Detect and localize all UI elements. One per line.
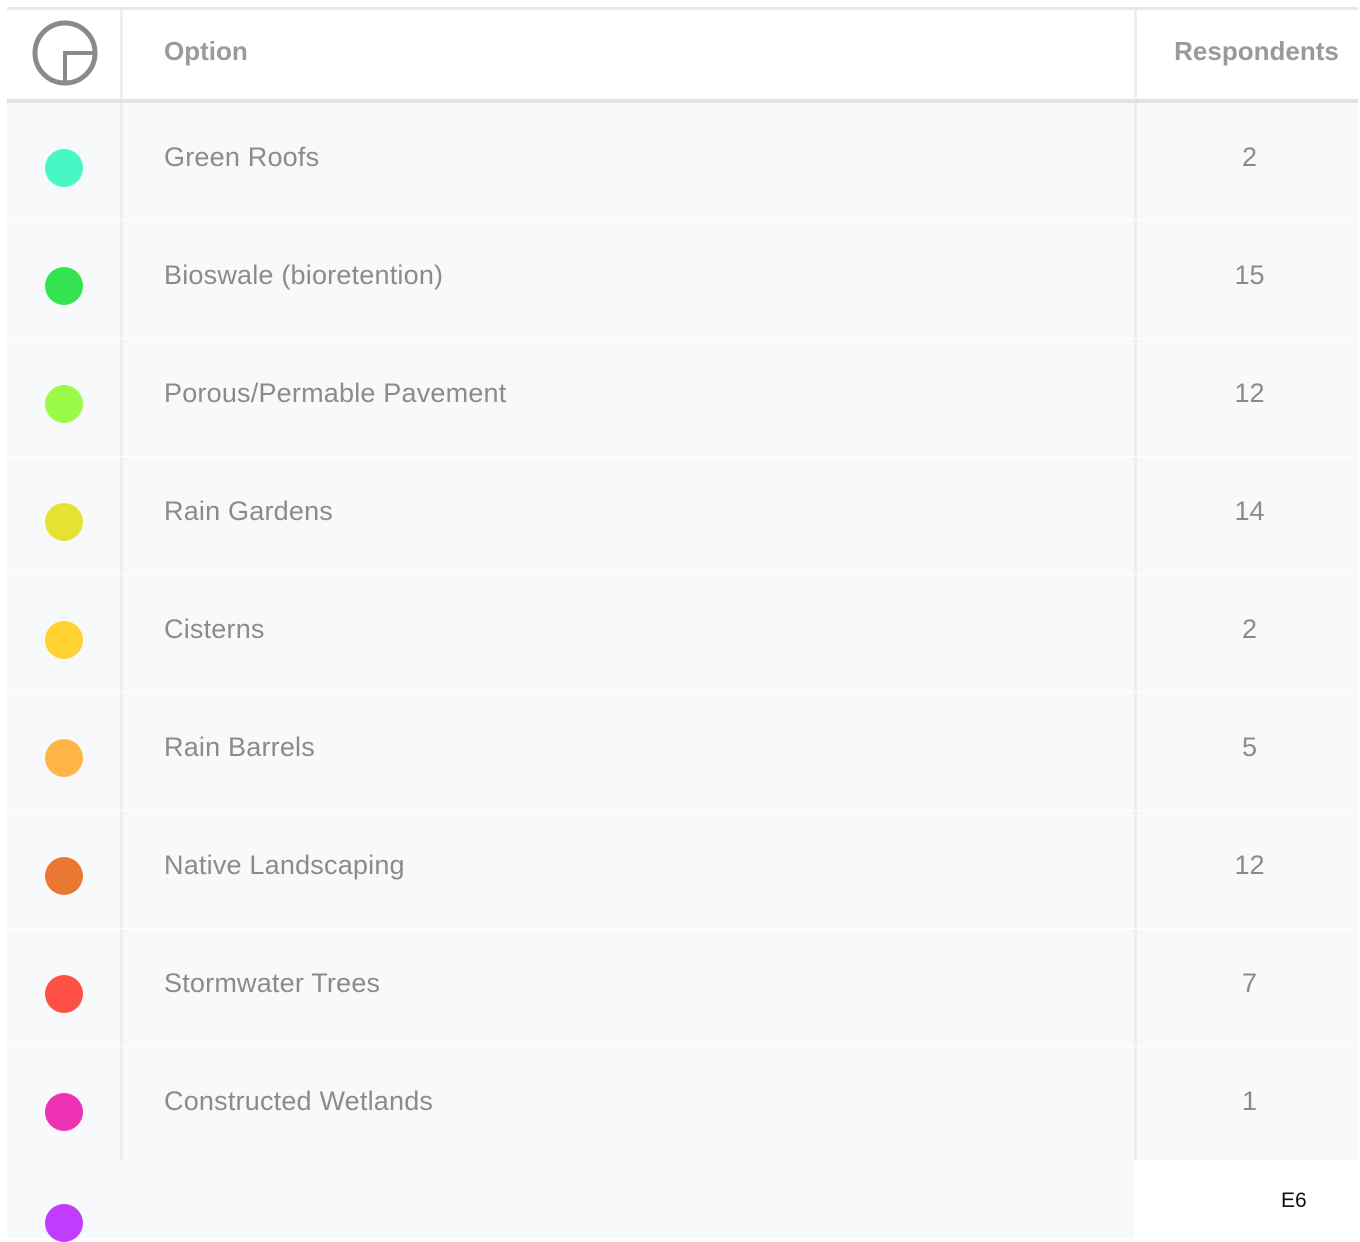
option-column-header: Option	[164, 36, 248, 66]
legend-color-dot	[45, 503, 83, 541]
option-label: Constructed Wetlands	[164, 1086, 434, 1116]
respondents-value: 2	[1241, 614, 1258, 644]
legend-color-dot	[45, 975, 83, 1013]
table-row: Green Roofs 2	[7, 103, 1358, 221]
header-respondents-cell: Respondents	[1137, 10, 1358, 99]
option-label: Stormwater Trees	[164, 968, 381, 998]
option-label: Rain Barrels	[164, 732, 315, 762]
option-label: Porous/Permable Pavement	[164, 378, 507, 408]
option-cell: Bioswale (bioretention)	[123, 221, 1137, 338]
table-row: Native Landscaping 12	[7, 811, 1358, 929]
table-row: Rain Gardens 14	[7, 457, 1358, 575]
color-cell	[7, 221, 123, 338]
header-icon-cell	[7, 10, 123, 99]
color-cell	[7, 1047, 123, 1164]
legend-color-dot	[45, 149, 83, 187]
table-row: Bioswale (bioretention) 15	[7, 221, 1358, 339]
respondents-value: 14	[1234, 496, 1265, 526]
option-cell: Native Landscaping	[123, 811, 1137, 928]
table-row: Rain Barrels 5	[7, 693, 1358, 811]
respondents-cell: 7	[1137, 929, 1358, 1046]
respondents-cell: 12	[1137, 811, 1358, 928]
cell-reference: E6	[1281, 1189, 1307, 1212]
results-table: Option Respondents Green Roofs 2 Bioswale …	[7, 7, 1358, 1165]
respondents-cell: 14	[1137, 457, 1358, 574]
table-body: Green Roofs 2 Bioswale (bioretention) 15 Por…	[7, 103, 1358, 1165]
option-label: Bioswale (bioretention)	[164, 260, 444, 290]
option-cell: Rain Barrels	[123, 693, 1137, 810]
respondents-cell: 2	[1137, 575, 1358, 692]
respondents-value: 1	[1241, 1086, 1258, 1116]
partial-row: E6	[7, 1160, 1358, 1242]
option-label: Green Roofs	[164, 142, 320, 172]
respondents-value: 7	[1241, 968, 1258, 998]
option-label: Rain Gardens	[164, 496, 333, 526]
table-row: Cisterns 2	[7, 575, 1358, 693]
respondents-cell: 5	[1137, 693, 1358, 810]
respondents-cell: 2	[1137, 103, 1358, 220]
pie-chart-icon	[32, 20, 98, 86]
table-row: Constructed Wetlands 1	[7, 1047, 1358, 1165]
option-cell: Green Roofs	[123, 103, 1137, 220]
respondents-value: 5	[1241, 732, 1258, 762]
table-header: Option Respondents	[7, 10, 1358, 103]
table-row: Porous/Permable Pavement 12	[7, 339, 1358, 457]
option-cell: Cisterns	[123, 575, 1137, 692]
legend-color-dot	[45, 385, 83, 423]
table-row: Stormwater Trees 7	[7, 929, 1358, 1047]
respondents-cell: 1	[1137, 1047, 1358, 1164]
color-cell	[7, 929, 123, 1046]
legend-color-dot	[45, 1093, 83, 1131]
partial-row-right: E6	[1134, 1160, 1358, 1238]
option-cell: Constructed Wetlands	[123, 1047, 1137, 1164]
color-cell	[7, 575, 123, 692]
respondents-value: 15	[1234, 260, 1265, 290]
legend-color-dot	[45, 267, 83, 305]
partial-row-color-dot	[45, 1204, 83, 1242]
respondents-cell: 15	[1137, 221, 1358, 338]
legend-color-dot	[45, 621, 83, 659]
respondents-value: 2	[1241, 142, 1258, 172]
color-cell	[7, 811, 123, 928]
color-cell	[7, 693, 123, 810]
option-label: Cisterns	[164, 614, 265, 644]
legend-color-dot	[45, 739, 83, 777]
option-label: Native Landscaping	[164, 850, 405, 880]
color-cell	[7, 339, 123, 456]
respondents-value: 12	[1234, 850, 1265, 880]
partial-row-left	[7, 1160, 1134, 1242]
option-cell: Stormwater Trees	[123, 929, 1137, 1046]
header-option-cell: Option	[123, 10, 1137, 99]
option-cell: Porous/Permable Pavement	[123, 339, 1137, 456]
respondents-value: 12	[1234, 378, 1265, 408]
color-cell	[7, 457, 123, 574]
respondents-cell: 12	[1137, 339, 1358, 456]
respondents-column-header: Respondents	[1174, 36, 1339, 66]
option-cell: Rain Gardens	[123, 457, 1137, 574]
color-cell	[7, 103, 123, 220]
legend-color-dot	[45, 857, 83, 895]
